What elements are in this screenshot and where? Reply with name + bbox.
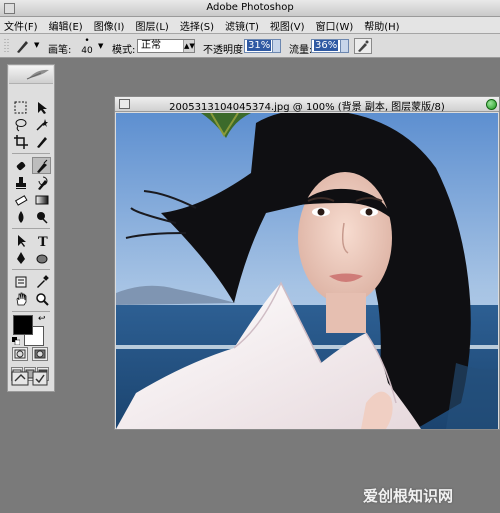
menu-file[interactable]: 文件(F) xyxy=(4,18,38,33)
opacity-arrow-icon[interactable] xyxy=(272,40,280,52)
brush-size-value: 40 xyxy=(81,46,93,56)
airbrush-icon xyxy=(358,40,369,52)
slice-tool-icon[interactable] xyxy=(32,133,51,150)
document-title-bar[interactable]: 2005313104045374.jpg @ 100% (背景 副本, 图层蒙版… xyxy=(115,97,499,113)
brush-label: 画笔: xyxy=(48,45,72,56)
flow-value: 36% xyxy=(314,40,339,51)
toolbox-divider xyxy=(12,269,50,270)
toolbox: T ↩ xyxy=(7,64,55,392)
menu-bar: 文件(F) 编辑(E) 图像(I) 图层(L) 选择(S) 滤镜(T) 视图(V… xyxy=(0,17,500,34)
maximize-button[interactable] xyxy=(486,99,497,110)
clone-stamp-tool-icon[interactable] xyxy=(11,174,30,191)
marquee-tool-icon[interactable] xyxy=(11,99,30,116)
flow-label: 流量: xyxy=(289,45,313,56)
feather-logo-icon xyxy=(26,69,49,80)
toolbox-header[interactable] xyxy=(9,66,53,84)
brush-dot-icon: • xyxy=(84,36,90,46)
menu-filter[interactable]: 滤镜(T) xyxy=(225,18,259,33)
svg-text:T: T xyxy=(38,235,48,248)
options-bar: ▼ 画笔: • 40 ▼ 模式: 正常 ▲▼ 不透明度: 31% 流量: 36% xyxy=(0,34,500,58)
eyedropper-tool-icon[interactable] xyxy=(32,273,51,290)
window-title: Adobe Photoshop xyxy=(206,2,294,13)
flow-field[interactable]: 36% xyxy=(311,39,349,53)
brush-tool-icon[interactable] xyxy=(32,157,51,174)
preset-chevron-down-icon[interactable]: ▼ xyxy=(34,41,39,49)
menu-layer[interactable]: 图层(L) xyxy=(135,18,168,33)
flow-arrow-icon[interactable] xyxy=(340,40,348,52)
crop-tool-icon[interactable] xyxy=(11,133,30,150)
dodge-tool-icon[interactable] xyxy=(32,208,51,225)
mode-value: 正常 xyxy=(141,40,161,51)
opacity-value: 31% xyxy=(247,40,272,51)
mode-chevron-icon: ▲▼ xyxy=(183,40,195,52)
type-tool-icon[interactable]: T xyxy=(32,232,51,249)
menu-window[interactable]: 窗口(W) xyxy=(316,18,354,33)
brush-tool-preset-icon[interactable] xyxy=(14,38,32,54)
path-selection-tool-icon[interactable] xyxy=(11,232,30,249)
eraser-tool-icon[interactable] xyxy=(11,191,30,208)
document-title: 2005313104045374.jpg @ 100% (背景 副本, 图层蒙版… xyxy=(169,102,445,113)
foreground-color-swatch[interactable] xyxy=(13,315,33,335)
mode-label: 模式: xyxy=(112,45,136,56)
zoom-tool-icon[interactable] xyxy=(32,290,51,307)
lasso-tool-icon[interactable] xyxy=(11,116,30,133)
airbrush-button[interactable] xyxy=(354,38,372,54)
menu-image[interactable]: 图像(I) xyxy=(94,18,125,33)
opacity-label: 不透明度: xyxy=(203,45,247,56)
title-bar: Adobe Photoshop xyxy=(0,0,500,17)
notes-tool-icon[interactable] xyxy=(11,273,30,290)
toolbox-divider xyxy=(12,228,50,229)
menu-view[interactable]: 视图(V) xyxy=(270,18,305,33)
history-brush-tool-icon[interactable] xyxy=(32,174,51,191)
options-grip-icon xyxy=(4,39,9,53)
default-colors-icon[interactable] xyxy=(12,337,20,345)
swap-colors-icon[interactable]: ↩ xyxy=(38,314,46,324)
magic-wand-tool-icon[interactable] xyxy=(32,116,51,133)
jump-to-imageready-icon[interactable] xyxy=(11,370,51,388)
menu-select[interactable]: 选择(S) xyxy=(180,18,214,33)
menu-edit[interactable]: 编辑(E) xyxy=(49,18,83,33)
brush-picker[interactable]: • 40 xyxy=(78,36,96,56)
image-canvas[interactable] xyxy=(116,113,498,429)
document-window: 2005313104045374.jpg @ 100% (背景 副本, 图层蒙版… xyxy=(114,96,500,430)
watermark-text: 爱创根知识网 xyxy=(363,487,454,505)
standard-mode-icon xyxy=(14,349,26,359)
portrait-image xyxy=(116,113,498,429)
opacity-field[interactable]: 31% xyxy=(244,39,281,53)
move-tool-icon[interactable] xyxy=(32,99,51,116)
mode-select[interactable]: 正常 ▲▼ xyxy=(137,39,195,53)
menu-help[interactable]: 帮助(H) xyxy=(364,18,399,33)
quick-mask-icon xyxy=(34,349,46,359)
standard-mode-button[interactable] xyxy=(12,347,28,361)
gradient-tool-icon[interactable] xyxy=(32,191,51,208)
toolbox-divider xyxy=(12,153,50,154)
brush-chevron-down-icon[interactable]: ▼ xyxy=(98,42,103,50)
pen-tool-icon[interactable] xyxy=(11,249,30,266)
blur-tool-icon[interactable] xyxy=(11,208,30,225)
hand-tool-icon[interactable] xyxy=(11,290,30,307)
quick-mask-mode-button[interactable] xyxy=(32,347,48,361)
toolbox-divider xyxy=(12,311,50,312)
healing-brush-tool-icon[interactable] xyxy=(11,157,30,174)
shape-tool-icon[interactable] xyxy=(32,249,51,266)
